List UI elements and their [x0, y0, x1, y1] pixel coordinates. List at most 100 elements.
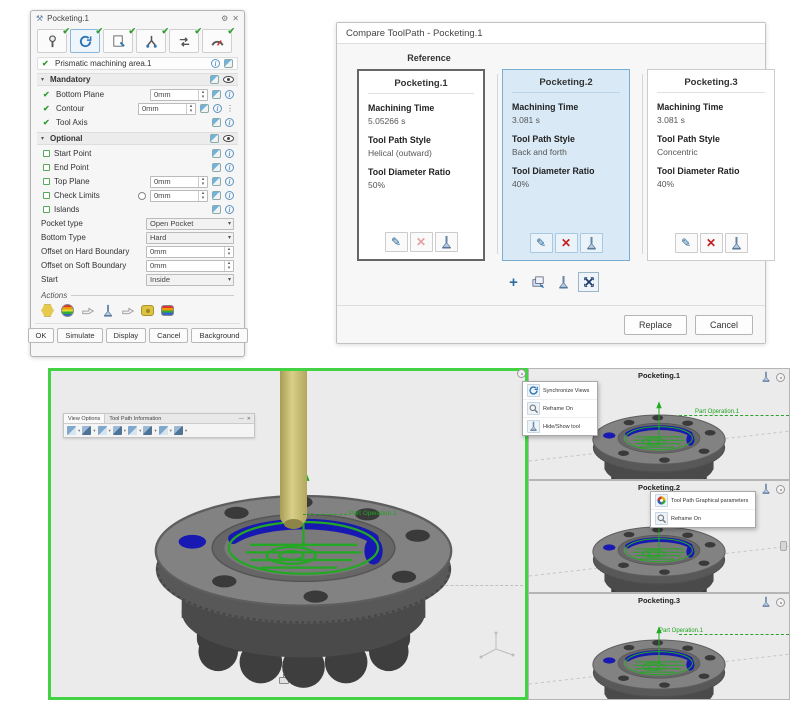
tab-macro-branch[interactable]: ✔: [136, 29, 166, 53]
compass-icon[interactable]: [776, 373, 785, 382]
card-pocketing-2[interactable]: Pocketing.2 Machining Time 3.081 s Tool …: [502, 69, 630, 261]
eraser-icon[interactable]: [200, 104, 209, 113]
toolbar-icon-1[interactable]: [67, 426, 76, 435]
spinner[interactable]: ▴▾: [224, 247, 233, 257]
value-input[interactable]: 0mm ▴▾: [150, 89, 208, 101]
close-icon[interactable]: ✕: [232, 14, 239, 23]
forward-arrow-icon[interactable]: [119, 303, 136, 318]
pocket-type-select[interactable]: Open Pocket ▾: [146, 218, 234, 230]
tab-toolpath-information[interactable]: Tool Path Information: [105, 414, 165, 423]
info-icon[interactable]: i: [225, 149, 234, 158]
display-button[interactable]: Display: [106, 328, 147, 343]
info-icon[interactable]: i: [225, 118, 234, 127]
eraser-icon[interactable]: [212, 177, 221, 186]
compare-dialog-titlebar[interactable]: Compare ToolPath - Pocketing.1: [337, 23, 765, 44]
checkbox-icon[interactable]: [43, 192, 50, 199]
eraser-icon[interactable]: [212, 163, 221, 172]
tool-button[interactable]: [580, 233, 603, 253]
menu-item-synchronize-views[interactable]: Synchronize Views: [523, 382, 597, 399]
tool-button[interactable]: [725, 233, 748, 253]
section-optional[interactable]: ▾ Optional: [37, 132, 238, 145]
minimize-icon[interactable]: —: [239, 416, 244, 422]
eye-icon[interactable]: [223, 76, 234, 83]
checkbox-icon[interactable]: [43, 178, 50, 185]
bottom-type-select[interactable]: Hard ▾: [146, 232, 234, 244]
background-button[interactable]: Background: [191, 328, 247, 343]
more-options-icon[interactable]: ⋮: [226, 104, 234, 113]
tab-view-options[interactable]: View Options: [64, 414, 105, 423]
spinner[interactable]: ▴▾: [224, 261, 233, 271]
cancel-button[interactable]: Cancel: [695, 315, 753, 335]
eraser-icon[interactable]: [212, 90, 221, 99]
info-icon[interactable]: i: [225, 163, 234, 172]
toolbar-icon-3[interactable]: [98, 426, 107, 435]
tool-icon[interactable]: [760, 483, 772, 495]
delete-button[interactable]: ✕: [700, 233, 723, 253]
checkbox-icon[interactable]: [43, 206, 50, 213]
tool-icon[interactable]: [760, 596, 772, 608]
pocketing-dialog-titlebar[interactable]: ⚒ Pocketing.1 ⚙ ✕: [31, 11, 244, 26]
checkbox-icon[interactable]: [43, 164, 50, 171]
close-icon[interactable]: ✕: [247, 416, 251, 422]
expand-views-button[interactable]: [578, 272, 599, 292]
checkbox-icon[interactable]: [43, 150, 50, 157]
simulate-button[interactable]: Simulate: [57, 328, 102, 343]
edit-button[interactable]: ✎: [675, 233, 698, 253]
cancel-button[interactable]: Cancel: [149, 328, 188, 343]
menu-item-reframe-on[interactable]: Reframe On: [523, 399, 597, 417]
eraser-icon[interactable]: [212, 118, 221, 127]
delete-button[interactable]: ✕: [410, 232, 433, 252]
feature-row[interactable]: ✔ Prismatic machining area.1 i: [37, 57, 238, 70]
tool-display-button[interactable]: [553, 272, 574, 292]
cam-analysis-icon[interactable]: [159, 303, 176, 318]
compass-icon[interactable]: [517, 369, 526, 378]
cam-part-icon[interactable]: [139, 303, 156, 318]
tool-icon[interactable]: [99, 303, 116, 318]
panel-edge-handle[interactable]: [780, 541, 787, 551]
tool-icon[interactable]: [760, 371, 772, 383]
info-icon[interactable]: i: [213, 104, 222, 113]
toolbar-icon-2[interactable]: [82, 426, 91, 435]
tab-feeds-speeds[interactable]: ✔: [202, 29, 232, 53]
spinner[interactable]: ▴▾: [186, 104, 195, 114]
spinner[interactable]: ▴▾: [198, 191, 207, 201]
forward-arrow-icon[interactable]: [79, 303, 96, 318]
stock-hexagon-icon[interactable]: [39, 303, 56, 318]
eraser-icon[interactable]: [212, 149, 221, 158]
edit-button[interactable]: ✎: [385, 232, 408, 252]
edit-button[interactable]: ✎: [530, 233, 553, 253]
eraser-icon[interactable]: [210, 134, 219, 143]
eraser-icon[interactable]: [210, 75, 219, 84]
info-icon[interactable]: i: [225, 205, 234, 214]
info-icon[interactable]: i: [225, 177, 234, 186]
delete-button[interactable]: ✕: [555, 233, 578, 253]
menu-item-reframe-on[interactable]: Reframe On: [651, 509, 755, 527]
toolbar-icon-4[interactable]: [113, 426, 122, 435]
eraser-icon[interactable]: [212, 205, 221, 214]
spinner[interactable]: ▴▾: [198, 90, 207, 100]
tab-operation-strategy[interactable]: ✔: [70, 29, 100, 53]
main-3d-viewport[interactable]: View Options Tool Path Information — ✕ ▾…: [48, 368, 528, 700]
info-icon[interactable]: i: [225, 191, 234, 200]
compass-icon[interactable]: [776, 598, 785, 607]
ok-button[interactable]: OK: [28, 328, 55, 343]
eraser-icon[interactable]: [212, 191, 221, 200]
eye-icon[interactable]: [223, 135, 234, 142]
offset-hard-input[interactable]: 0mm ▴▾: [146, 246, 234, 258]
spinner[interactable]: ▴▾: [198, 177, 207, 187]
tool-button[interactable]: [435, 232, 458, 252]
replace-button[interactable]: Replace: [624, 315, 687, 335]
panel-pocketing-3[interactable]: Pocketing.3 Part Operation.1: [528, 593, 790, 700]
section-mandatory[interactable]: ▾ Mandatory: [37, 73, 238, 86]
start-select[interactable]: Inside ▾: [146, 274, 234, 286]
tab-toolpath-page[interactable]: ✔: [103, 29, 133, 53]
value-input[interactable]: 0mm ▴▾: [150, 176, 208, 188]
rainbow-analysis-icon[interactable]: [59, 303, 76, 318]
machined-part-3d[interactable]: [584, 610, 734, 700]
info-icon[interactable]: i: [211, 59, 220, 68]
clock-icon[interactable]: [138, 192, 146, 200]
settings-gear-icon[interactable]: ⚙: [221, 14, 228, 23]
swap-icon[interactable]: [224, 59, 233, 68]
tab-geometry[interactable]: ✔: [37, 29, 67, 53]
info-icon[interactable]: i: [225, 90, 234, 99]
